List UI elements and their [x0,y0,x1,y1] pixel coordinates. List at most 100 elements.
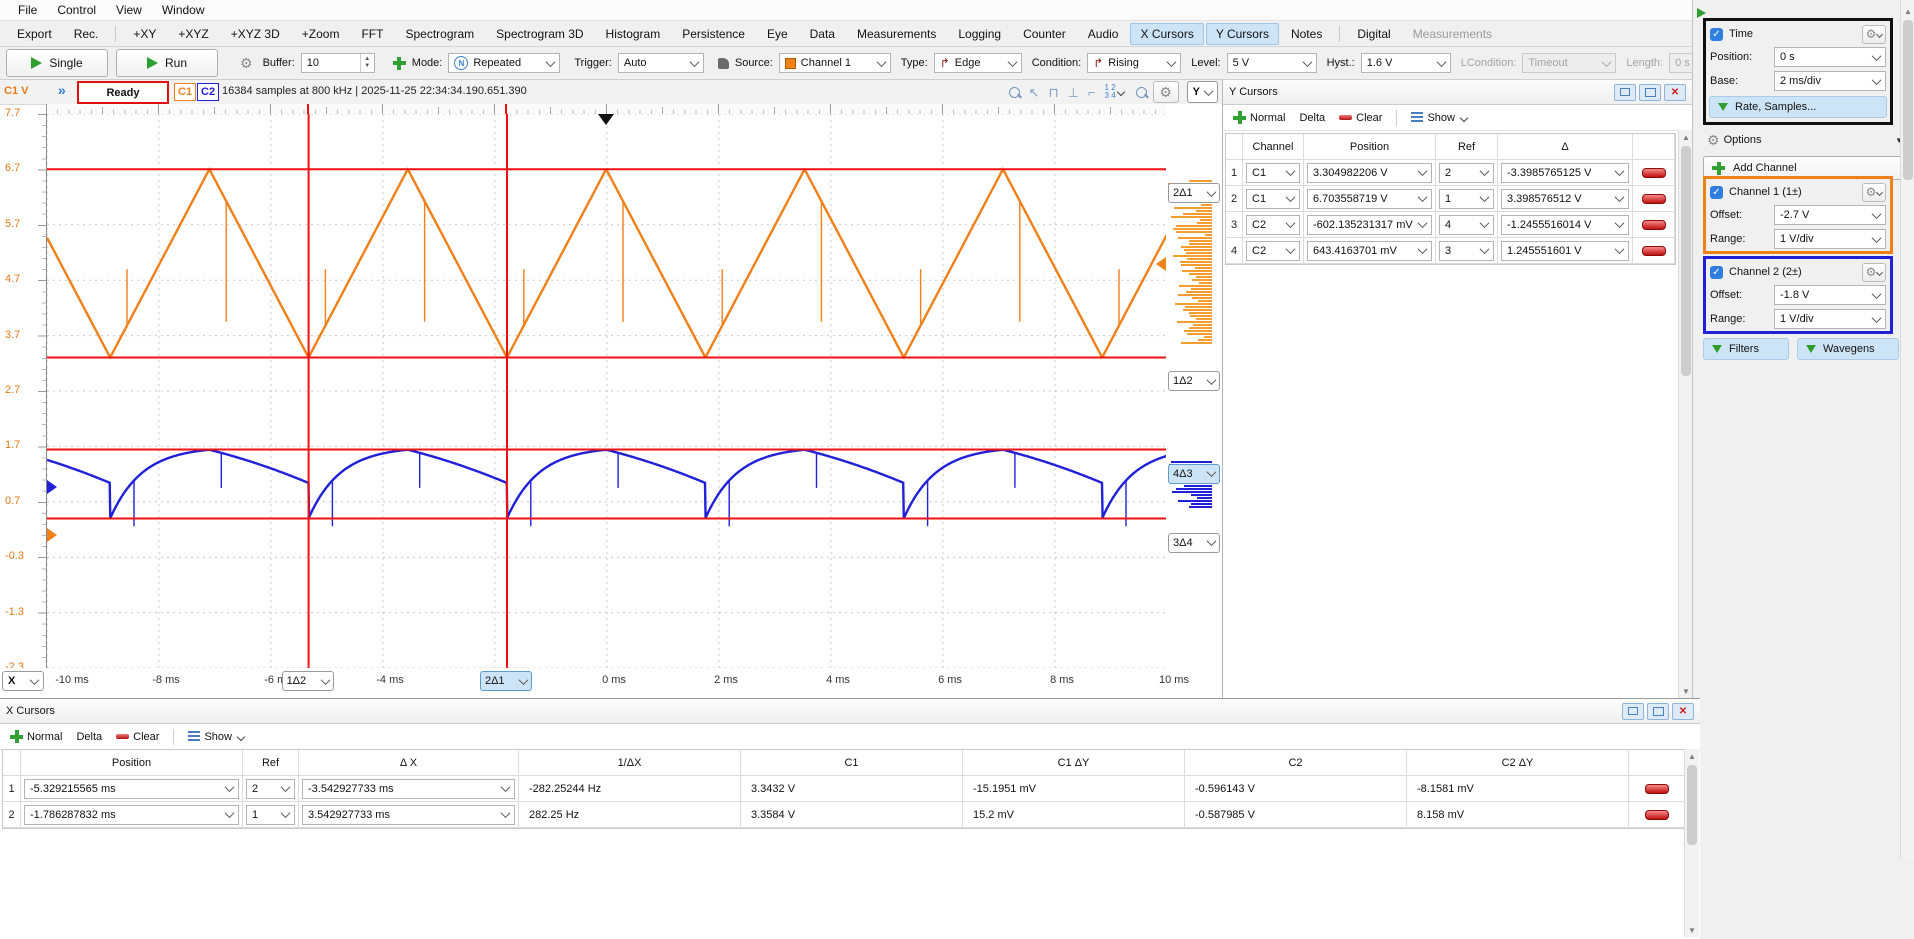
buffer-gear-icon[interactable]: ⚙ [240,56,253,70]
y-cursor-3-position[interactable]: -602.135231317 mV [1307,215,1432,235]
expand-arrow-icon[interactable]: » [58,83,66,97]
trigger-position-marker[interactable] [598,114,614,125]
y-cursor-2-channel[interactable]: C1 [1246,189,1300,209]
menu-window[interactable]: Window [152,1,215,19]
tab-notes[interactable]: Notes [1281,23,1332,45]
step-measure-tool-icon[interactable]: ⌐ [1088,86,1096,99]
c2-badge[interactable]: C2 [197,83,219,101]
y-cursor-flag-1-2[interactable]: 1Δ2 [1168,371,1220,391]
float-window-icon[interactable] [1622,703,1644,720]
x-cursor-2-ref[interactable]: 1 [246,805,295,825]
wavegens-button[interactable]: Wavegens [1797,338,1899,360]
remove-cursor-button[interactable] [1642,246,1666,256]
tab-histogram[interactable]: Histogram [596,23,671,45]
show-menu-button[interactable]: Show [184,729,248,745]
remove-cursor-button[interactable] [1645,784,1669,794]
collapse-panel-icon[interactable] [1697,8,1706,18]
channel2-range-dropdown[interactable]: 1 V/div [1774,309,1886,329]
clear-cursors-button[interactable]: Clear [1335,110,1386,126]
tab-audio[interactable]: Audio [1078,23,1129,45]
float-window-icon[interactable] [1614,84,1636,101]
tab-rec[interactable]: Rec. [64,23,109,45]
menu-view[interactable]: View [106,1,152,19]
time-checkbox[interactable]: ✓ [1710,28,1723,41]
tab-x-cursors[interactable]: X Cursors [1130,23,1203,45]
tab-digital[interactable]: Digital [1347,23,1400,45]
trigger-dropdown[interactable]: Auto [618,53,704,73]
y-cursors-scrollbar[interactable]: ▲ ▼ [1678,130,1693,698]
x-cursor-1-ref[interactable]: 2 [246,779,295,799]
c1-reference-marker[interactable] [47,528,57,542]
x-cursor-2-delta-x[interactable]: 3.542927733 ms [302,805,515,825]
v-measure-tool-icon[interactable]: ⊥ [1068,86,1079,99]
time-base-dropdown[interactable]: 2 ms/div [1774,71,1886,91]
y-cursor-4-position[interactable]: 643.4163701 mV [1307,241,1432,261]
mode-dropdown[interactable]: NRepeated [448,53,560,73]
time-settings-button[interactable]: ⚙ [1862,25,1886,44]
y-cursor-2-position[interactable]: 6.703558719 V [1307,189,1432,209]
y-cursor-1-ref[interactable]: 2 [1439,163,1494,183]
y-cursor-3-channel[interactable]: C2 [1246,215,1300,235]
maximize-window-icon[interactable] [1647,703,1669,720]
channel1-settings-button[interactable]: ⚙ [1862,183,1886,202]
x-cursor-1-position[interactable]: -5.329215565 ms [24,779,239,799]
x-cursor-flag-1-2[interactable]: 1Δ2 [282,671,334,691]
clear-cursors-button[interactable]: Clear [112,729,163,745]
x-cursor-flag-2-1[interactable]: 2Δ1 [480,671,532,691]
tab-measurements[interactable]: Measurements [847,23,946,45]
maximize-window-icon[interactable] [1639,84,1661,101]
y-axis-button[interactable]: Y [1187,81,1218,103]
remove-cursor-button[interactable] [1642,220,1666,230]
condition-dropdown[interactable]: ↱Rising [1087,53,1181,73]
channel1-checkbox[interactable]: ✓ [1710,186,1723,199]
channel2-checkbox[interactable]: ✓ [1710,266,1723,279]
y-cursor-1-channel[interactable]: C1 [1246,163,1300,183]
c1-badge[interactable]: C1 [174,83,196,101]
tab-xyz-3d[interactable]: +XYZ 3D [221,23,290,45]
close-icon[interactable]: ✕ [1664,84,1686,101]
y-cursor-4-ref[interactable]: 3 [1439,241,1494,261]
tab-y-cursors[interactable]: Y Cursors [1206,23,1279,45]
close-icon[interactable]: ✕ [1672,703,1694,720]
channel2-offset-dropdown[interactable]: -1.8 V [1774,285,1886,305]
spinner-arrows-icon[interactable]: ▲▼ [360,54,374,72]
tab-eye[interactable]: Eye [757,23,798,45]
y-cursor-flag-4-3[interactable]: 4Δ3 [1168,464,1220,484]
source-dropdown[interactable]: Channel 1 [779,53,891,73]
hysteresis-dropdown[interactable]: 1.6 V [1361,53,1451,73]
filters-button[interactable]: Filters [1703,338,1789,360]
add-delta-cursor-button[interactable]: Delta [72,729,106,745]
y-cursor-flag-2-1[interactable]: 2Δ1 [1168,183,1220,203]
mode-plus-icon[interactable] [393,57,406,70]
y-cursor-2-delta[interactable]: 3.398576512 V [1501,189,1629,209]
x-axis-button[interactable]: X [2,671,44,691]
y-cursor-3-ref[interactable]: 4 [1439,215,1494,235]
add-normal-cursor-button[interactable]: Normal [6,728,66,745]
y-cursor-1-delta[interactable]: -3.3985765125 V [1501,163,1629,183]
menu-control[interactable]: Control [47,1,106,19]
options-row[interactable]: ⚙ Options ▼ [1703,128,1907,152]
tab-data[interactable]: Data [800,23,845,45]
control-panel-scrollbar[interactable]: ▲ [1900,0,1914,859]
tab-spectrogram-3d[interactable]: Spectrogram 3D [486,23,593,45]
type-dropdown[interactable]: ↱Edge [934,53,1022,73]
y-cursor-flag-3-4[interactable]: 3Δ4 [1168,533,1220,553]
waveform-plot[interactable] [46,114,1168,669]
tab-xy[interactable]: +XY [123,23,166,45]
y-cursor-2-ref[interactable]: 1 [1439,189,1494,209]
y-cursor-3-delta[interactable]: -1.2455516014 V [1501,215,1629,235]
tab-fft[interactable]: FFT [351,23,393,45]
tab-counter[interactable]: Counter [1013,23,1076,45]
y-cursor-1-position[interactable]: 3.304982206 V [1307,163,1432,183]
channel2-settings-button[interactable]: ⚙ [1862,263,1886,282]
zoom-tool-icon[interactable] [1009,87,1020,98]
y-cursor-4-delta[interactable]: 1.245551601 V [1501,241,1629,261]
channel1-range-dropdown[interactable]: 1 V/div [1774,229,1886,249]
level-dropdown[interactable]: 5 V [1227,53,1317,73]
remove-cursor-button[interactable] [1642,194,1666,204]
trigger-level-marker[interactable] [1156,257,1166,271]
h-measure-tool-icon[interactable]: ⊓ [1048,86,1058,99]
c2-reference-marker[interactable] [47,480,57,494]
remove-cursor-button[interactable] [1642,168,1666,178]
tab-logging[interactable]: Logging [948,23,1011,45]
